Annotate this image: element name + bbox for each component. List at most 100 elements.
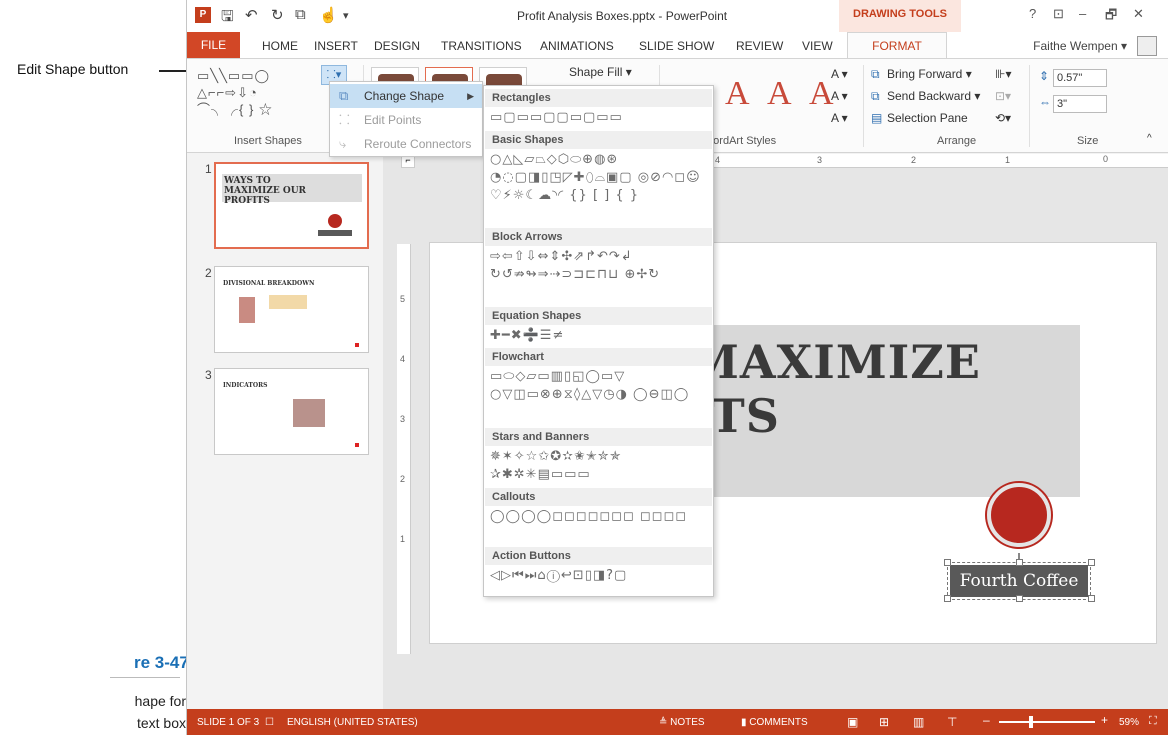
reroute-connectors-icon: ⤷ <box>339 136 347 151</box>
thumb-marker <box>355 443 359 447</box>
shape-options-callouts[interactable]: ◯◯◯◯◻◻◻◻◻◻◻ ◻◻◻◻ <box>490 508 712 526</box>
resize-handle[interactable] <box>944 595 951 602</box>
spelling-icon[interactable]: ☐ <box>265 717 274 728</box>
selected-text-box[interactable]: Fourth Coffee <box>947 562 1091 600</box>
menu-item-change-shape[interactable]: ⧉ Change Shape ▶ <box>330 84 482 108</box>
present-icon[interactable]: ⧉ <box>295 6 306 23</box>
close-icon[interactable]: ✕ <box>1133 6 1144 22</box>
ruler-tick-label: 1 <box>400 534 406 544</box>
tab-transitions[interactable]: TRANSITIONS <box>441 39 522 53</box>
normal-view-icon[interactable]: ▣ <box>847 715 858 729</box>
shape-width-field[interactable]: 3" <box>1053 95 1107 113</box>
slide-number: 3 <box>205 368 212 382</box>
slide-show-icon[interactable]: ⊤ <box>947 715 957 729</box>
customize-qat-icon[interactable]: ▾ <box>343 9 349 22</box>
fit-slide-icon[interactable]: ⛶ <box>1149 715 1157 728</box>
thumb-note <box>269 295 307 309</box>
tab-animations[interactable]: ANIMATIONS <box>540 39 614 53</box>
slide-thumbnail-1[interactable]: WAYS TO MAXIMIZE OUR PROFITS <box>214 162 369 249</box>
ruler-tick-label: 5 <box>400 294 406 304</box>
notes-button[interactable]: ≜ NOTES <box>659 717 705 728</box>
resize-handle[interactable] <box>1088 559 1095 566</box>
tab-format[interactable]: FORMAT <box>847 32 947 59</box>
shape-options-rectangles[interactable]: ▭▢▭▭▢▢▭▢▭▭ <box>490 109 712 127</box>
ruler-tick-label: 3 <box>400 414 406 424</box>
ruler-tick-label: 2 <box>911 155 917 165</box>
minimize-icon[interactable]: – <box>1079 6 1086 21</box>
menu-item-label: Edit Points <box>364 113 422 127</box>
shape-options-stars-banners[interactable]: ✵✶✧☆✩✪✫✬✭✮✯ ✰✱✲✳▤▭▭▭ <box>490 448 712 484</box>
shape-options-equation[interactable]: ✚━✖➗☰≠ <box>490 327 712 345</box>
resize-handle[interactable] <box>944 559 951 566</box>
language-status[interactable]: ENGLISH (UNITED STATES) <box>287 717 418 728</box>
category-block-arrows: Block Arrows <box>485 228 712 246</box>
category-equation-shapes: Equation Shapes <box>485 307 712 325</box>
thumb-title: DIVISIONAL BREAKDOWN <box>223 280 315 287</box>
shape-options-action-buttons[interactable]: ◁▷⏮⏭⌂ⓘ↩⊡▯◨?▢ <box>490 567 712 585</box>
ruler-tick-label: 3 <box>817 155 823 165</box>
zoom-level[interactable]: 59% <box>1119 717 1139 728</box>
resize-handle[interactable] <box>1016 559 1023 566</box>
edit-points-icon: ⸬ <box>339 112 350 127</box>
send-backward-button[interactable]: Send Backward ▾ <box>887 89 980 103</box>
seal-graphic[interactable] <box>987 483 1051 547</box>
ribbon-display-icon[interactable]: ⊡ <box>1053 6 1064 22</box>
zoom-out-icon[interactable]: – <box>983 713 990 727</box>
save-icon[interactable]: 🖫 <box>221 6 234 31</box>
redo-icon[interactable]: ↻ <box>271 6 284 24</box>
tab-home[interactable]: HOME <box>262 39 298 53</box>
slide-title[interactable]: MAXIMIZE ITS <box>688 335 981 443</box>
resize-handle[interactable] <box>1088 595 1095 602</box>
tab-insert[interactable]: INSERT <box>314 39 358 53</box>
touch-mode-icon[interactable]: ☝ <box>319 6 338 24</box>
bring-forward-button[interactable]: Bring Forward ▾ <box>887 67 972 81</box>
wordart-style-a[interactable]: A <box>767 75 792 113</box>
text-fill-icon[interactable]: A ▾ <box>831 67 848 81</box>
slide-thumbnail-2[interactable]: DIVISIONAL BREAKDOWN <box>214 266 369 353</box>
category-rectangles: Rectangles <box>485 89 712 107</box>
zoom-slider-thumb[interactable] <box>1029 716 1033 728</box>
rotate-icon[interactable]: ⟲▾ <box>995 111 1011 125</box>
text-effects-icon[interactable]: A ▾ <box>831 111 848 125</box>
tab-slide-show[interactable]: SLIDE SHOW <box>639 39 714 53</box>
shape-options-flowchart[interactable]: ▭⬭◇▱▭▥▯◱◯▭▽ ○▽◫▭⊗⊕⧖◊△▽◷◑ ◯⊖◫◯ <box>490 368 712 404</box>
shape-options-basic[interactable]: ○△◺▱⏢◇⬡⬭⊕◍⊛ ◔◌▢◨▯◳◸✚⬯⌓▣▢ ◎⊘◠◻☺♡⚡☼☾☁◝◜ {}… <box>490 151 712 205</box>
thumb-marker <box>355 343 359 347</box>
wordart-style-a[interactable]: A <box>725 75 750 113</box>
wordart-style-a[interactable]: A <box>809 75 834 113</box>
drawing-tools-context: DRAWING TOOLS <box>839 0 961 32</box>
group-icon[interactable]: ⊡▾ <box>995 89 1011 103</box>
restore-icon[interactable]: 🗗 <box>1105 6 1117 28</box>
zoom-in-icon[interactable]: + <box>1101 713 1108 727</box>
resize-handle[interactable] <box>1016 595 1023 602</box>
slide-sorter-icon[interactable]: ⊞ <box>879 715 889 729</box>
zoom-slider[interactable] <box>999 721 1095 723</box>
figure-number: re 3-47 <box>134 653 189 672</box>
menu-item-reroute-connectors[interactable]: ⤷ Reroute Connectors <box>330 132 482 156</box>
menu-item-edit-points[interactable]: ⸬ Edit Points <box>330 108 482 132</box>
tab-review[interactable]: REVIEW <box>736 39 783 53</box>
help-icon[interactable]: ? <box>1029 6 1036 21</box>
reading-view-icon[interactable]: ▥ <box>913 715 924 729</box>
tab-file[interactable]: FILE <box>187 32 240 58</box>
selection-pane-button[interactable]: Selection Pane <box>887 111 968 125</box>
thumb-title: WAYS TO MAXIMIZE OUR PROFITS <box>224 176 307 206</box>
text-outline-icon[interactable]: A ▾ <box>831 89 848 103</box>
tab-design[interactable]: DESIGN <box>374 39 420 53</box>
menu-item-label: Change Shape <box>364 89 445 103</box>
slide-thumbnail-3[interactable]: INDICATORS <box>214 368 369 455</box>
shape-fill-button[interactable]: Shape Fill ▾ <box>569 65 632 79</box>
collapse-ribbon-icon[interactable]: ^ <box>1147 133 1152 144</box>
avatar[interactable] <box>1137 36 1157 56</box>
group-separator <box>1029 65 1030 147</box>
align-icon[interactable]: ⊪▾ <box>995 67 1011 81</box>
comments-button[interactable]: ▮ COMMENTS <box>741 717 808 728</box>
user-account[interactable]: Faithe Wempen ▾ <box>1033 39 1127 53</box>
thumb-image <box>239 297 255 323</box>
tab-view[interactable]: VIEW <box>802 39 833 53</box>
shape-gallery-mini[interactable]: ▭╲╲▭▭◯ △⌐⌐⇨⇩◔ ⌒╮╭{ } ☆ <box>197 67 273 118</box>
shape-options-block-arrows[interactable]: ⇨⇦⇧⇩⇔⇕✣⇗↱↶↷↲ ↻↺⇏↬⇒⇢⊃⊐⊏⊓⊔ ⊕✢↻ <box>490 248 712 284</box>
undo-icon[interactable]: ↶ <box>245 6 258 24</box>
shape-height-field[interactable]: 0.57" <box>1053 69 1107 87</box>
document-title: Profit Analysis Boxes.pptx - PowerPoint <box>517 9 728 23</box>
